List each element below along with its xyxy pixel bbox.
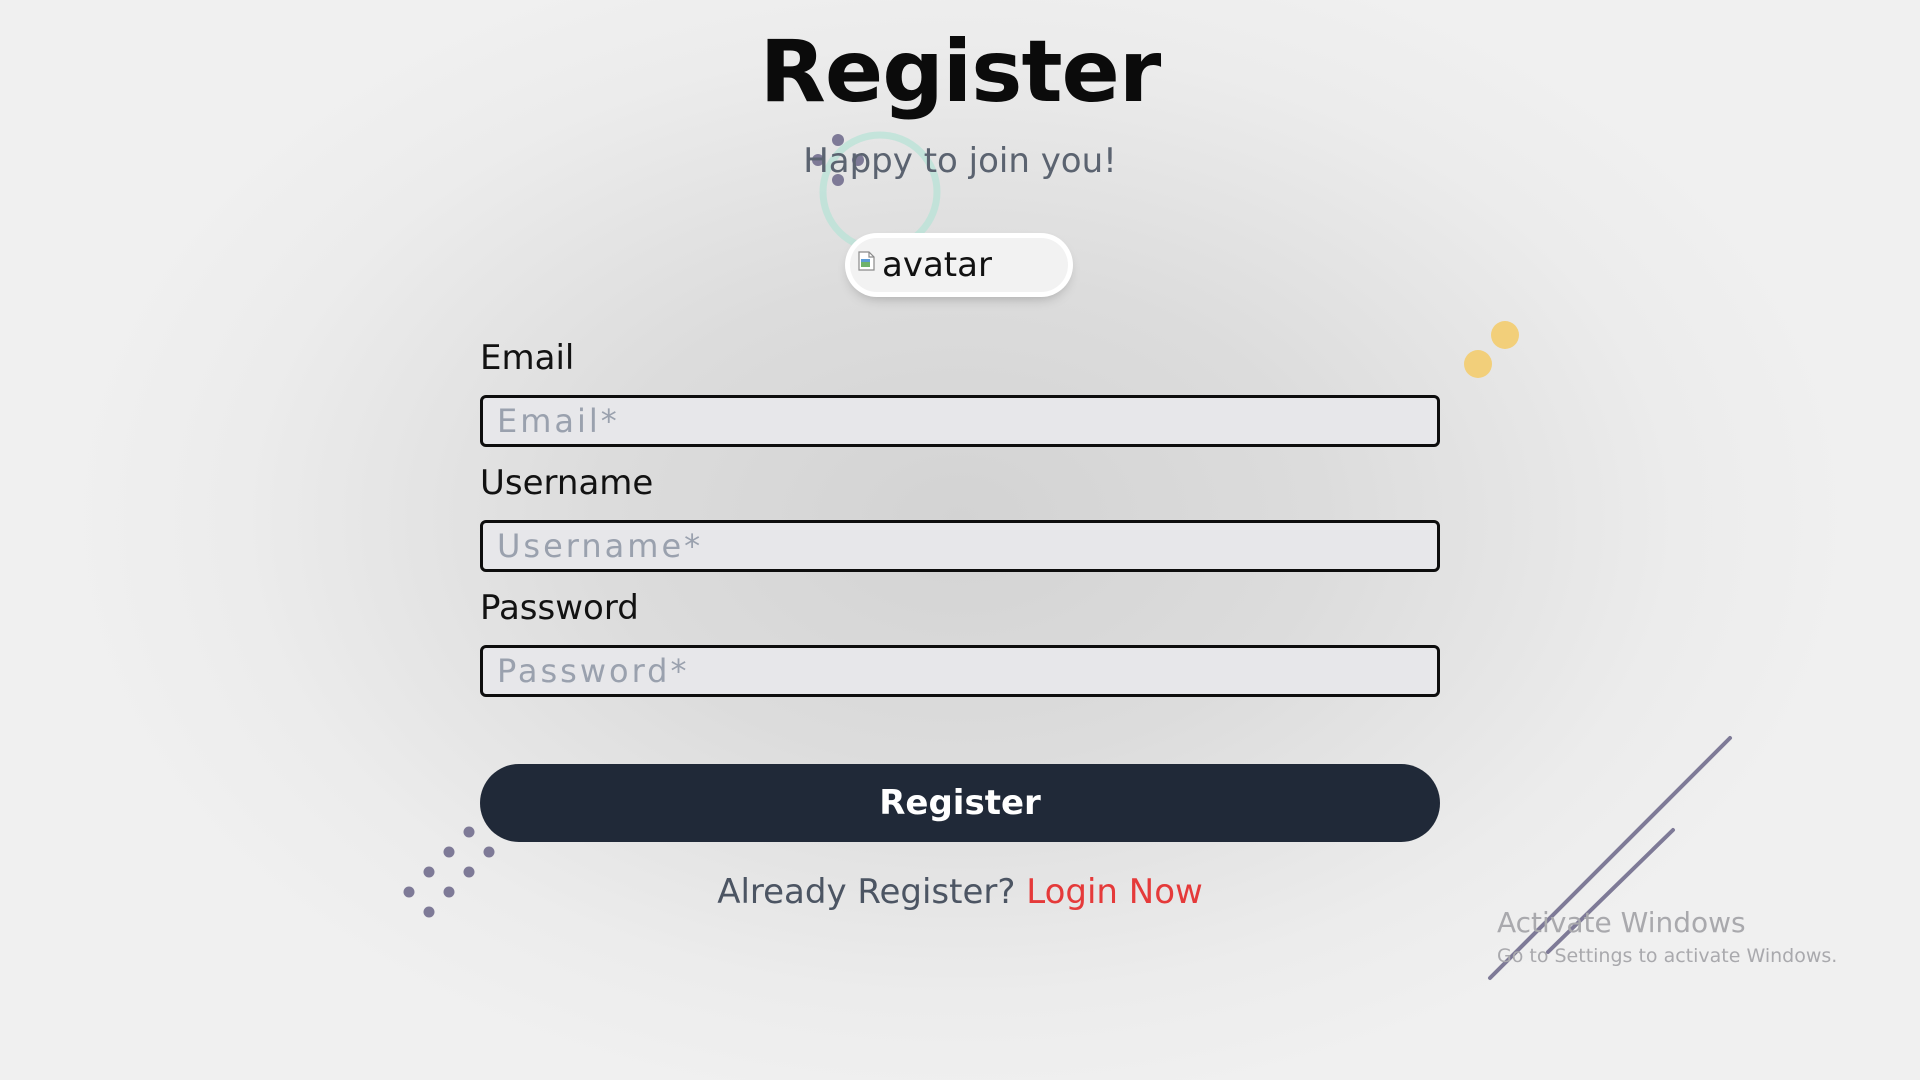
email-label: Email (480, 338, 575, 378)
avatar-alt-text: avatar (882, 245, 992, 285)
page-title: Register (759, 22, 1162, 122)
watermark-subtitle: Go to Settings to activate Windows. (1497, 945, 1838, 967)
yellow-dots-decoration (1464, 321, 1519, 378)
watermark-title: Activate Windows (1497, 906, 1746, 939)
login-now-link[interactable]: Login Now (1026, 872, 1203, 912)
windows-activation-watermark: Activate Windows Go to Settings to activ… (1497, 905, 1837, 971)
login-prompt-text: Already Register? (717, 872, 1027, 912)
broken-image-icon (856, 250, 878, 272)
username-field[interactable] (480, 520, 1440, 572)
username-label: Username (480, 463, 654, 503)
avatar[interactable]: avatar (850, 238, 1068, 292)
password-field[interactable] (480, 645, 1440, 697)
password-label: Password (480, 588, 639, 628)
page-subtitle: Happy to join you! (803, 141, 1117, 181)
register-button[interactable]: Register (480, 764, 1440, 842)
email-field[interactable] (480, 395, 1440, 447)
